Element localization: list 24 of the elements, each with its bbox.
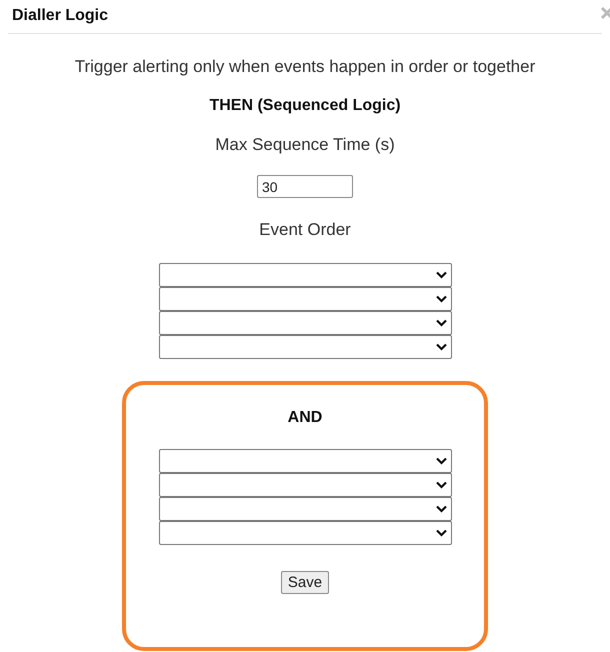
save-button[interactable]: Save <box>280 571 330 594</box>
section-heading: THEN (Sequenced Logic) <box>209 97 401 115</box>
dropdown[interactable] <box>158 449 452 473</box>
caret-icon <box>436 295 446 303</box>
dropdown[interactable] <box>158 335 452 359</box>
input-field[interactable]: 30 <box>257 175 353 198</box>
field-label: Event Order <box>259 220 351 240</box>
description: Trigger alerting only when events happen in order or together <box>74 57 536 77</box>
caret-icon <box>436 343 446 351</box>
caret-icon <box>436 529 446 537</box>
dropdown[interactable] <box>158 521 452 545</box>
caret-icon <box>436 319 446 327</box>
dropdown[interactable] <box>158 287 452 311</box>
caret-icon <box>436 271 446 279</box>
dialog-title: Dialler Logic <box>12 7 108 25</box>
dropdown[interactable] <box>158 473 452 497</box>
caret-icon <box>436 505 446 513</box>
section-heading: AND <box>288 409 322 427</box>
caret-icon <box>436 457 446 465</box>
dropdown[interactable] <box>158 497 452 521</box>
caret-icon <box>436 481 446 489</box>
field-label: Max Sequence Time (s) <box>215 135 395 155</box>
dropdown[interactable] <box>158 311 452 335</box>
dropdown[interactable] <box>158 263 452 287</box>
